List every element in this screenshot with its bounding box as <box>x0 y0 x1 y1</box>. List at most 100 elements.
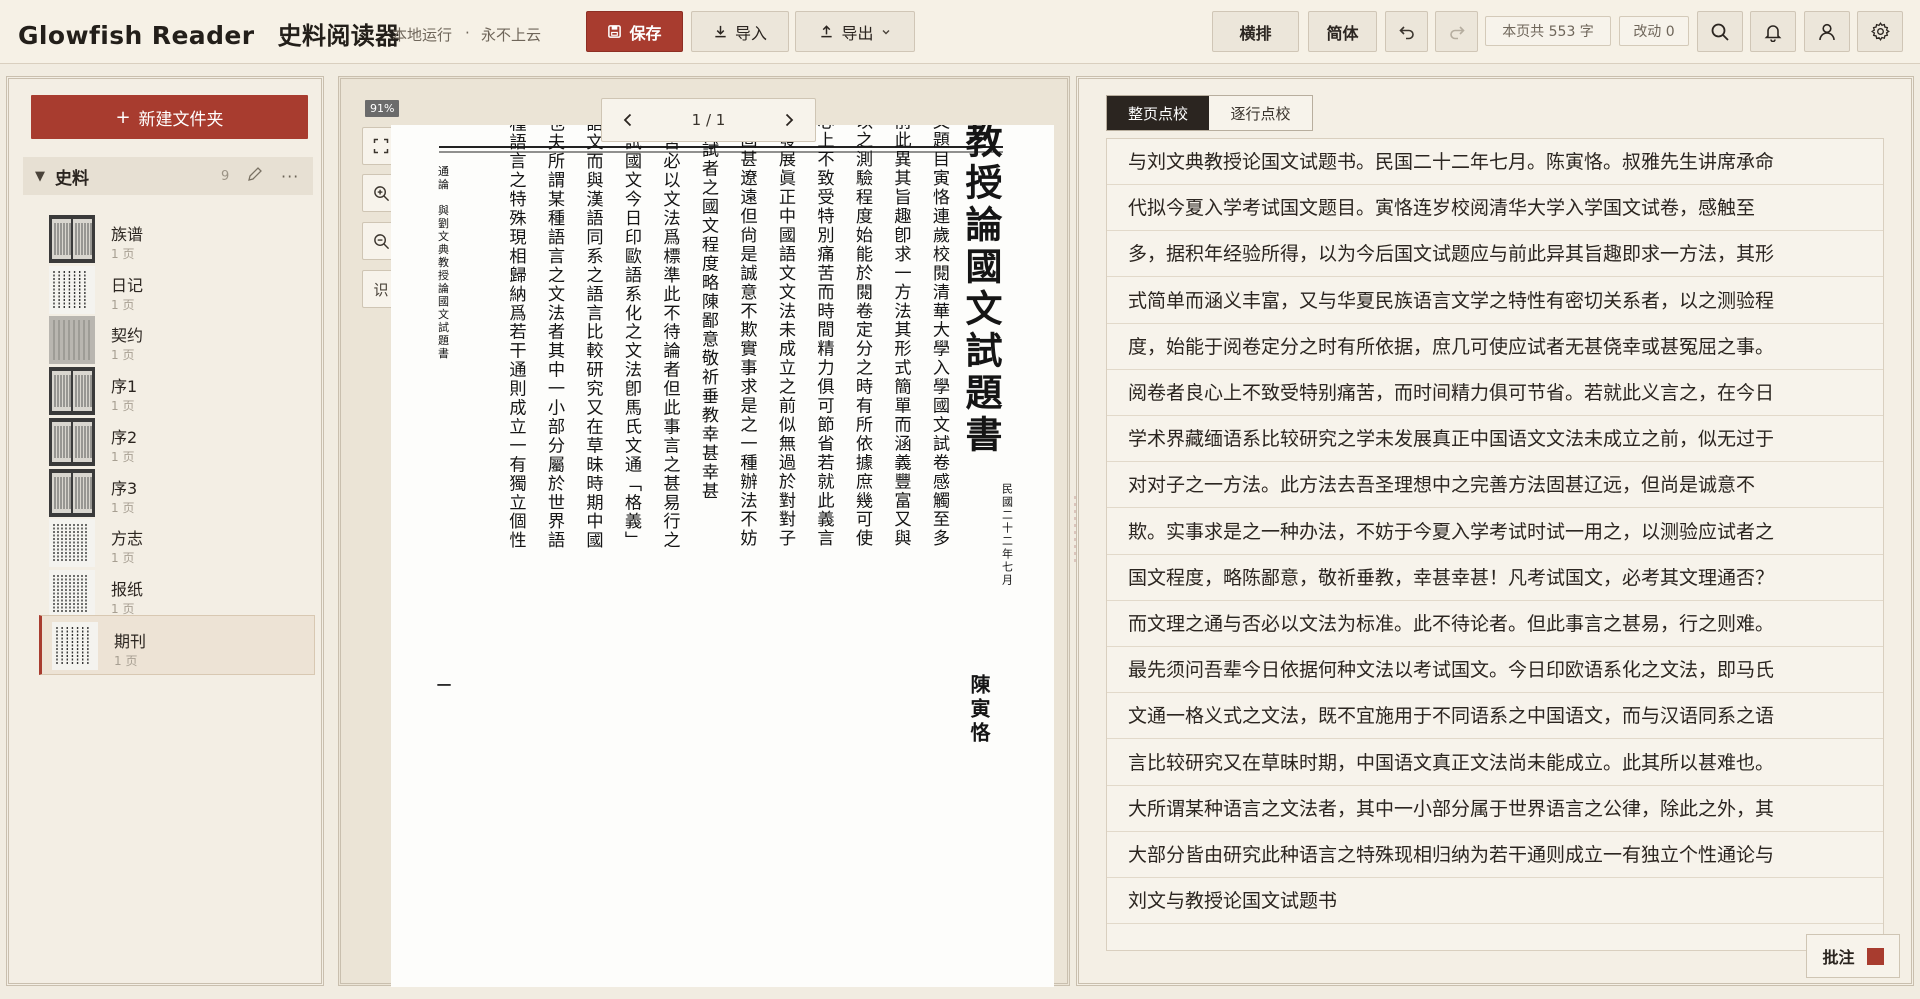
tab-page-proofread[interactable]: 整页点校 <box>1107 96 1209 130</box>
simplified-button[interactable]: 简体 <box>1308 11 1377 52</box>
text-line[interactable]: 刘文与教授论国文试题书 <box>1107 878 1883 925</box>
proofread-tabs: 整页点校 逐行点校 <box>1106 95 1313 131</box>
transcription-panel: 整页点校 逐行点校 与刘文典教授论国文试题书。民国二十二年七月。陈寅恪。叔雅先生… <box>1076 76 1914 986</box>
text-line[interactable]: 言比较研究又在草昧时期，中国语文真正文法尚未能成立。此其所以甚难也。 <box>1107 740 1883 786</box>
script-label: 简体 <box>1326 23 1359 43</box>
scan-text-column: 則難最先須問吾輩今日依據何種文法以考試國文今日印歐語系化之文法卽馬氏文通「格義」 <box>621 125 642 550</box>
brand-name: Glowfish Reader <box>18 21 255 50</box>
document-name: 序2 <box>111 427 138 447</box>
save-label: 保存 <box>629 23 662 43</box>
horizontal-layout-button[interactable]: 横排 <box>1212 11 1299 52</box>
new-folder-button[interactable]: + 新建文件夹 <box>31 95 308 139</box>
fit-screen-icon <box>373 138 389 154</box>
document-name: 族谱 <box>111 225 144 244</box>
pencil-icon[interactable] <box>245 164 265 184</box>
redo-button[interactable] <box>1435 11 1478 52</box>
document-name: 契约 <box>111 326 144 346</box>
scan-text-column: 應試者無甚僥倖或甚冤屈之事閱卷者良心上不致受特別痛苦而時間精力俱可節省若就此義言 <box>814 125 835 548</box>
text-line[interactable]: 阅卷者良心上不致受特别痛苦，而时间精力俱可节省。若就此义言之，在今日 <box>1107 370 1883 416</box>
save-button[interactable]: 保存 <box>586 11 683 52</box>
notification-button[interactable] <box>1750 11 1796 52</box>
text-line[interactable]: 学术界藏缅语系比较研究之学未发展真正中国语文文法未成立之前，似无过于 <box>1107 416 1883 463</box>
scan-text-column: 之一方法此方法去吾聖理想中之完善方法固甚遼遠但尙是誠意不欺實事求是之一種辦法不妨 <box>737 125 758 548</box>
chevron-left-icon[interactable] <box>622 112 634 128</box>
run-mode-text: 本地运行 <box>392 26 453 44</box>
image-viewer: 91% 识 與劉文典教授論國文試題書 民國二十二年七月 陳寅恪 叔雅先生講席承命代擬今… <box>338 76 1070 987</box>
gear-icon <box>1870 22 1890 42</box>
document-thumbnail <box>49 316 95 365</box>
text-line[interactable]: 而文理之通与否必以文法为标准。此不待论者。但此事言之甚易，行之则难。 <box>1107 601 1883 647</box>
tab-line-proofread[interactable]: 逐行点校 <box>1209 96 1312 130</box>
text-line[interactable]: 大部分皆由研究此种语言之特殊现相归纳为若干通则成立一有独立个性通论与 <box>1107 832 1883 878</box>
text-line[interactable]: 代拟今夏入学考试国文题目。寅恪连岁校阅清华大学入学国文试卷，感触至 <box>1107 185 1883 232</box>
text-line[interactable]: 度，始能于阅卷定分之时有所依据，庶几可使应试者无甚侥幸或甚冤屈之事。 <box>1107 324 1883 370</box>
document-thumbnail <box>49 265 95 314</box>
top-bar: Glowfish Reader 史料阅读器 本地运行 · 永不上云 保存 导入 … <box>0 0 1920 64</box>
new-folder-label: 新建文件夹 <box>138 109 224 130</box>
user-icon <box>1819 23 1835 40</box>
text-line[interactable]: 欺。实事求是之一种办法，不妨于今夏入学考试时试一用之，以测验应试者之 <box>1107 509 1883 555</box>
account-button[interactable] <box>1804 11 1850 52</box>
folder-name: 史料 <box>55 168 89 189</box>
scan-text-column: 據積年經驗所得以爲今後國文試題應與前此異其旨趣卽求一方法其形式簡單而涵義豐富又與 <box>891 125 912 548</box>
app-title: Glowfish Reader 史料阅读器 <box>18 16 400 51</box>
no-cloud-text: 永不上云 <box>481 26 542 44</box>
import-button[interactable]: 导入 <box>691 11 789 52</box>
chevron-right-icon[interactable] <box>783 112 795 128</box>
more-icon[interactable]: ··· <box>281 167 299 186</box>
document-thumbnail <box>49 569 95 618</box>
text-line[interactable]: 国文程度，略陈鄙意，敬祈垂教，幸甚幸甚！凡考试国文，必考其文理通否？ <box>1107 555 1883 601</box>
document-thumbnail <box>49 417 95 466</box>
scan-text-column: 式之文法旣不宜施用於不同語系之中國語文而與漢語同系之語言比較研究又在草昧時期中國 <box>583 125 604 550</box>
page-indicator: 1 / 1 <box>691 111 726 129</box>
document-thumbnail <box>52 621 98 670</box>
zoom-out-icon <box>373 233 389 249</box>
page-char-count: 本页共 553 字 <box>1485 16 1611 46</box>
ocr-label: 识 <box>373 280 389 299</box>
text-line[interactable]: 文通一格义式之文法，既不宜施用于不同语系之中国语文，而与汉语同系之语 <box>1107 693 1883 740</box>
export-button[interactable]: 导出 <box>795 11 915 52</box>
bell-icon <box>1764 24 1782 42</box>
undo-icon <box>1398 25 1414 39</box>
folder-header[interactable]: ▼ 史料 9 ··· <box>23 157 313 195</box>
document-name: 方志 <box>111 529 144 549</box>
text-line[interactable]: 对对子之一方法。此方法去吾圣理想中之完善方法固甚辽远，但尚是诚意不 <box>1107 462 1883 509</box>
page-navigator: 1 / 1 <box>601 98 816 142</box>
download-icon <box>715 25 726 38</box>
undo-button[interactable] <box>1385 11 1428 52</box>
document-name: 日记 <box>111 275 144 295</box>
document-thumbnail <box>49 215 95 263</box>
scan-author: 陳寅恪 <box>967 674 991 746</box>
text-line[interactable]: 大所谓某种语言之文法者，其中一小部分属于世界语言之公律，除此之外，其 <box>1107 786 1883 832</box>
transcription-text[interactable]: 与刘文典教授论国文试题书。民国二十二年七月。陈寅恪。叔雅先生讲席承命 代拟今夏入学… <box>1106 138 1884 951</box>
document-name: 期刊 <box>114 631 147 651</box>
folder-count: 9 <box>221 168 230 184</box>
scanned-page-image: 與劉文典教授論國文試題書民國二十二年七月陳寅恪 叔雅先生講席承命代擬今夏入學考試國… <box>391 125 1054 987</box>
scan-text-column: 言之公律除此之外其大部分皆由研究此種語言之特殊現相歸納爲若干通則成立一有獨立個性 <box>506 125 527 550</box>
redo-icon <box>1449 25 1465 39</box>
brand-subtitle: 史料阅读器 <box>277 22 400 50</box>
document-thumbnail <box>49 367 95 416</box>
document-name: 序1 <box>111 377 138 397</box>
text-line[interactable]: 多，据积年经验所得，以为今后国文试题应与前此异其旨趣即求一方法，其形 <box>1107 231 1883 278</box>
scanned-page: 與劉文典教授論國文試題書 民國二十二年七月 陳寅恪 叔雅先生講席承命代擬今夏入學考試國… <box>391 125 1054 987</box>
scan-footer: 通論 與劉文典教授論國文試題書 <box>437 165 450 360</box>
zoom-in-icon <box>373 185 389 201</box>
annotate-button[interactable]: 批注 <box>1806 934 1900 978</box>
text-line[interactable]: 最先须问吾辈今日依据何种文法以考试国文。今日印欧语系化之文法，即马氏 <box>1107 647 1883 694</box>
search-button[interactable] <box>1697 11 1743 52</box>
document-item[interactable]: 期刊 1 页 <box>39 614 315 675</box>
search-icon <box>1711 23 1729 41</box>
document-name: 报纸 <box>111 579 144 599</box>
settings-button[interactable] <box>1857 11 1903 52</box>
document-page-count: 1 页 <box>114 653 138 668</box>
import-label: 导入 <box>734 23 767 43</box>
zoom-level: 91% <box>365 100 400 117</box>
text-line[interactable]: 与刘文典教授论国文试题书。民国二十二年七月。陈寅恪。叔雅先生讲席承命 <box>1107 139 1883 185</box>
sidebar: + 新建文件夹 ▼ 史料 9 ··· 族谱 1 页日记 1 页契约 1 页序1 1 页序… <box>6 76 324 986</box>
document-thumbnail <box>49 519 95 568</box>
save-icon <box>608 25 622 38</box>
text-line[interactable]: 式简单而涵义丰富，又与华夏民族语言文学之特性有密切关系者，以之测验程 <box>1107 278 1883 324</box>
caret-down-icon[interactable]: ▼ <box>35 169 45 184</box>
annotation-color-swatch <box>1866 947 1884 965</box>
